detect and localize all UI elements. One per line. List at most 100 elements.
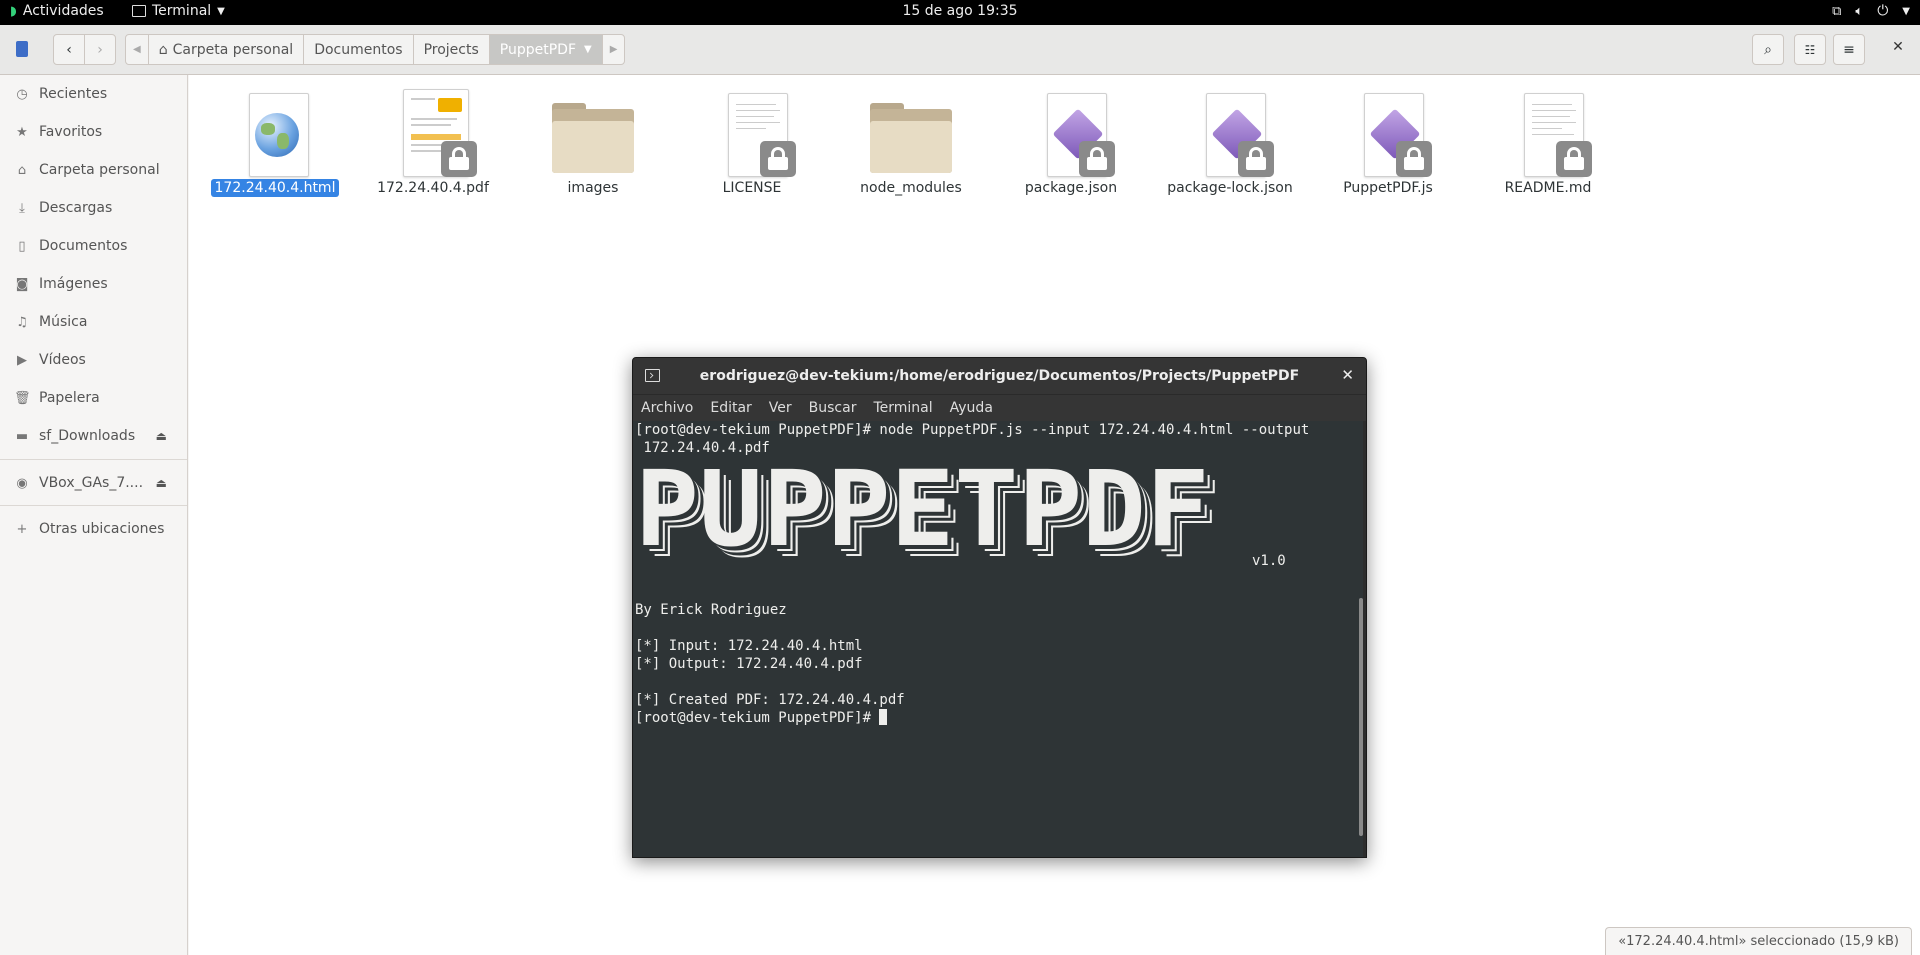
scrollbar-thumb[interactable]: [1359, 598, 1363, 836]
created-line: [*] Created PDF: 172.24.40.4.pdf: [635, 692, 905, 708]
chevron-down-icon: ▼: [584, 44, 592, 55]
eject-icon[interactable]: ⏏: [156, 429, 167, 443]
file-name: LICENSE: [722, 180, 782, 196]
file-item[interactable]: PuppetPDF.js: [1318, 89, 1458, 197]
sidebar-item-recientes[interactable]: ◷ Recientes: [0, 78, 187, 110]
file-name: package.json: [1024, 180, 1118, 196]
file-item[interactable]: README.md: [1478, 89, 1618, 197]
sidebar-item-sf-downloads[interactable]: ▬ sf_Downloads ⏏: [0, 420, 187, 452]
sidebar-item-musica[interactable]: ♫ Música: [0, 306, 187, 338]
sidebar-item-label: Documentos: [39, 238, 128, 254]
path-item-label: Projects: [423, 41, 479, 58]
back-button[interactable]: ‹: [53, 34, 85, 65]
path-item-label: Carpeta personal: [172, 41, 294, 58]
system-tray[interactable]: ⧉ 🔈︎ ⏻ ▼: [1832, 3, 1910, 19]
sidebar-item-home[interactable]: ⌂ Carpeta personal: [0, 154, 187, 186]
sidebar-item-label: Favoritos: [39, 124, 103, 140]
sidebar-item-papelera[interactable]: 🗑︎ Papelera: [0, 382, 187, 414]
path-scroll-right[interactable]: ▶: [603, 35, 625, 64]
lock-icon: [1396, 141, 1432, 177]
file-item[interactable]: LICENSE: [682, 89, 822, 197]
sidebar-item-label: Música: [39, 314, 88, 330]
terminal-menubar: Archivo Editar Ver Buscar Terminal Ayuda: [633, 394, 1366, 421]
sidebar-separator: [0, 459, 187, 460]
html-file-icon: [239, 89, 311, 177]
eject-icon[interactable]: ⏏: [156, 476, 167, 490]
sidebar-item-descargas[interactable]: ⤓ Descargas: [0, 192, 187, 224]
view-toggle-button[interactable]: ☷: [1794, 34, 1826, 65]
close-button[interactable]: ✕: [1888, 39, 1908, 59]
sidebar-item-label: Otras ubicaciones: [39, 521, 165, 537]
file-item[interactable]: package-lock.json: [1160, 89, 1300, 197]
sidebar-item-videos[interactable]: ▶ Vídeos: [0, 344, 187, 376]
lock-icon: [1079, 141, 1115, 177]
folder-item[interactable]: node_modules: [841, 89, 981, 197]
sidebar-item-documentos[interactable]: ▯ Documentos: [0, 230, 187, 262]
terminal-scrollbar[interactable]: [1359, 428, 1363, 848]
menu-terminal[interactable]: Terminal: [873, 400, 932, 416]
input-line: [*] Input: 172.24.40.4.html: [635, 638, 863, 654]
lock-icon: [441, 141, 477, 177]
menu-ayuda[interactable]: Ayuda: [950, 400, 993, 416]
breadcrumb: ◀ ⌂ Carpeta personal Documentos Projects…: [125, 34, 626, 65]
sidebar-item-label: VBox_GAs_7....: [39, 475, 144, 491]
activities-icon: ◗: [10, 3, 17, 19]
disc-icon: ◉: [16, 475, 28, 491]
sidebar-item-favoritos[interactable]: ★ Favoritos: [0, 116, 187, 148]
sidebar-item-label: Carpeta personal: [39, 162, 160, 178]
file-name: PuppetPDF.js: [1343, 180, 1433, 196]
path-item-documentos[interactable]: Documentos: [304, 35, 414, 64]
file-item[interactable]: 172.24.40.4.html: [205, 89, 345, 197]
prompt-text: [root@dev-tekium PuppetPDF]#: [635, 710, 880, 726]
menu-buscar[interactable]: Buscar: [809, 400, 857, 416]
home-icon: ⌂: [17, 162, 27, 178]
hamburger-icon: ≡: [1843, 41, 1855, 58]
menu-archivo[interactable]: Archivo: [641, 400, 693, 416]
text-file-icon: [716, 89, 796, 177]
terminal-titlebar[interactable]: erodriguez@dev-tekium:/home/erodriguez/D…: [633, 358, 1366, 394]
file-item[interactable]: package.json: [1001, 89, 1141, 197]
terminal-output[interactable]: [root@dev-tekium PuppetPDF]# node Puppet…: [633, 421, 1363, 857]
terminal-window[interactable]: erodriguez@dev-tekium:/home/erodriguez/D…: [632, 357, 1367, 858]
banner-text: PUPPETPDF: [635, 448, 1210, 570]
folder-icon: [552, 89, 634, 177]
path-item-projects[interactable]: Projects: [414, 35, 490, 64]
chevron-down-icon: ▼: [217, 5, 225, 17]
search-button[interactable]: ⌕: [1752, 34, 1784, 65]
path-item-home[interactable]: ⌂ Carpeta personal: [149, 35, 305, 64]
file-name: 172.24.40.4.pdf: [377, 180, 489, 196]
file-name: README.md: [1504, 180, 1592, 196]
plus-icon: +: [16, 521, 28, 537]
file-item[interactable]: 172.24.40.4.pdf: [363, 89, 503, 197]
sidebar-item-label: Recientes: [39, 86, 108, 102]
chevron-left-icon: ‹: [66, 41, 72, 58]
document-icon: ▯: [18, 238, 26, 254]
file-name: 172.24.40.4.html: [210, 179, 340, 197]
path-scroll-left[interactable]: ◀: [126, 35, 149, 64]
menu-editar[interactable]: Editar: [710, 400, 751, 416]
chevron-down-icon: ▼: [1902, 5, 1910, 17]
sidebar-item-imagenes[interactable]: ◙ Imágenes: [0, 268, 187, 300]
star-icon: ★: [16, 124, 28, 140]
sidebar-item-otras-ubicaciones[interactable]: + Otras ubicaciones: [0, 513, 187, 545]
file-name: package-lock.json: [1167, 180, 1293, 196]
sidebar-item-vbox[interactable]: ◉ VBox_GAs_7.... ⏏: [0, 467, 187, 499]
menu-ver[interactable]: Ver: [769, 400, 792, 416]
banner-version: v1.0: [1252, 553, 1286, 569]
sidebar-separator: [0, 505, 187, 506]
output-line: [*] Output: 172.24.40.4.pdf: [635, 656, 863, 672]
home-icon: ⌂: [158, 41, 168, 58]
forward-button[interactable]: ›: [84, 34, 116, 65]
trash-icon: 🗑︎: [14, 390, 31, 406]
clock[interactable]: 15 de ago 19:35: [0, 3, 1920, 19]
sidebar-item-label: Papelera: [39, 390, 100, 406]
path-item-puppetpdf[interactable]: PuppetPDF ▼: [489, 35, 603, 64]
close-icon: ✕: [1892, 39, 1904, 55]
close-icon[interactable]: ✕: [1341, 366, 1354, 384]
folder-icon: [870, 89, 952, 177]
activities-button[interactable]: ◗ Actividades: [10, 3, 104, 19]
app-menu-button[interactable]: Terminal ▼: [132, 3, 225, 19]
code-file-icon: [1352, 89, 1432, 177]
main-menu-button[interactable]: ≡: [1833, 34, 1865, 65]
folder-item[interactable]: images: [523, 89, 663, 197]
